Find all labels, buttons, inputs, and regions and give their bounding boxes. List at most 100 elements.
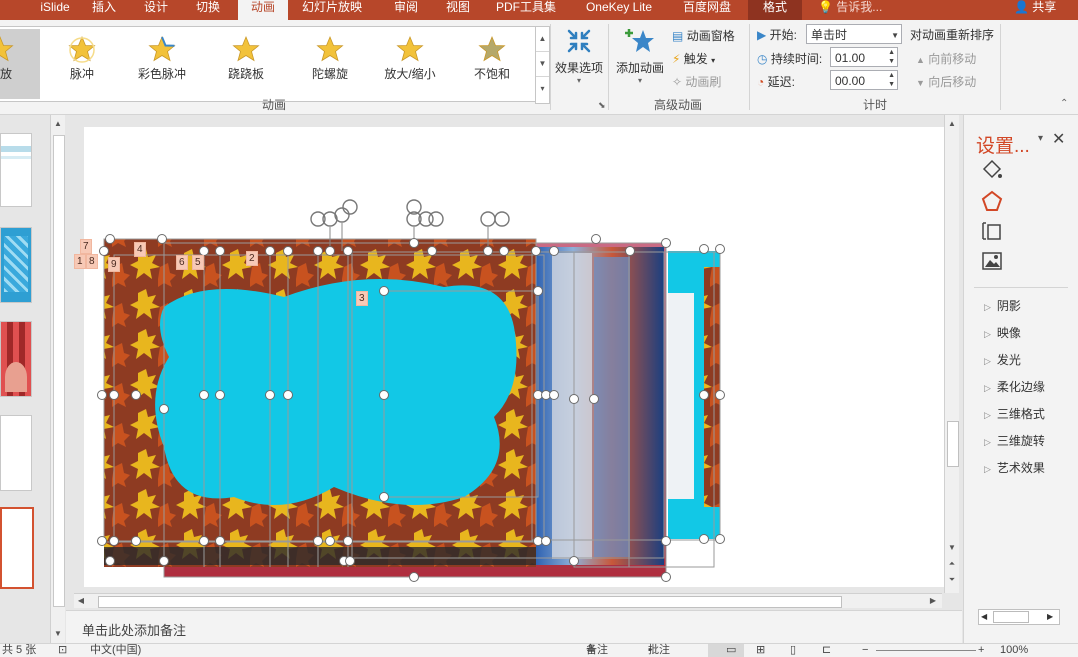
scroll-thumb[interactable]	[947, 421, 959, 467]
slide-thumbnail[interactable]	[0, 227, 32, 303]
pane-horizontal-scrollbar[interactable]: ◀ ▶	[978, 609, 1060, 625]
size-properties-icon[interactable]	[980, 219, 1004, 243]
tab-切换[interactable]: 切换	[186, 0, 230, 20]
tab-islide[interactable]: iSlide	[30, 0, 80, 20]
effect-options-button[interactable]: 效果选项 ▾	[554, 26, 604, 85]
animation-order-tag[interactable]: 8	[86, 254, 98, 269]
animation-effect-label: 缩放	[0, 67, 12, 81]
spinner-icon[interactable]: ▲ ▼	[888, 71, 895, 89]
scroll-left-icon[interactable]: ◀	[981, 610, 987, 624]
tell-me-search[interactable]: 💡 告诉我...	[818, 0, 882, 20]
add-animation-button[interactable]: 添加动画 ▾	[612, 26, 668, 85]
zoom-out-icon[interactable]: −	[862, 644, 868, 657]
scroll-thumb[interactable]	[98, 596, 842, 608]
animation-pane-button[interactable]: ▤ 动画窗格	[672, 27, 735, 44]
scroll-thumb[interactable]	[53, 135, 65, 607]
tab-pdf工具集[interactable]: PDF工具集	[488, 0, 564, 20]
animation-order-tag[interactable]: 4	[134, 242, 146, 257]
gallery-up-icon[interactable]: ▲	[536, 27, 549, 52]
start-select[interactable]: 单击时 ▼	[806, 24, 902, 44]
slide-horizontal-scrollbar[interactable]: ◀ ▶	[74, 593, 942, 608]
delay-input[interactable]: 00.00 ▲ ▼	[830, 70, 898, 90]
zoom-slider[interactable]	[876, 650, 976, 651]
animation-effect-item[interactable]: 缩放	[0, 29, 40, 99]
slide-canvas[interactable]: 7 4 1 8 9 6 5 2 3	[74, 127, 946, 587]
animation-order-tag[interactable]: 9	[108, 257, 120, 272]
effect-glow[interactable]: ▷ 发光	[984, 351, 1021, 368]
notes-placeholder[interactable]: 单击此处添加备注	[82, 620, 186, 639]
scroll-right-icon[interactable]: ▶	[1047, 610, 1053, 624]
tab-插入[interactable]: 插入	[82, 0, 126, 20]
effect-3d-format[interactable]: ▷ 三维格式	[984, 405, 1045, 422]
thumbnail-scrollbar[interactable]: ▲ ▼	[50, 115, 65, 643]
gallery-down-icon[interactable]: ▼	[536, 52, 549, 77]
slide-thumbnail[interactable]	[0, 415, 32, 491]
reading-view-icon[interactable]: ▯	[790, 644, 796, 657]
share-button[interactable]: 👤 共享	[1014, 0, 1056, 20]
animation-order-tag[interactable]: 7	[80, 239, 92, 254]
effect-3d-rotation[interactable]: ▷ 三维旋转	[984, 432, 1045, 449]
duration-input[interactable]: 01.00 ▲ ▼	[830, 47, 898, 67]
animation-effect-item[interactable]: 不饱和	[452, 29, 532, 99]
animation-order-tag[interactable]: 5	[192, 255, 204, 270]
scroll-right-icon[interactable]: ▶	[926, 594, 940, 608]
animation-order-tag[interactable]: 3	[356, 291, 368, 306]
scroll-down-icon[interactable]: ▼	[51, 627, 65, 641]
effects-pentagon-icon[interactable]	[980, 189, 1004, 213]
tab-设计[interactable]: 设计	[134, 0, 178, 20]
dialog-launcher-icon[interactable]: ⬊	[598, 100, 606, 111]
animation-effect-item[interactable]: 陀螺旋	[290, 29, 370, 99]
gallery-scroll[interactable]: ▲ ▼ ▾	[535, 26, 550, 104]
effect-shadow[interactable]: ▷ 阴影	[984, 297, 1021, 314]
animation-order-tag[interactable]: 1	[74, 254, 86, 269]
normal-view-button[interactable]: ▭	[708, 644, 744, 657]
trigger-button[interactable]: ⚡ 触发 ▾	[672, 50, 715, 67]
close-icon[interactable]: ✕	[1052, 129, 1065, 149]
animation-effect-item[interactable]: 脉冲	[42, 29, 122, 99]
tab-视图[interactable]: 视图	[436, 0, 480, 20]
scroll-thumb[interactable]	[993, 611, 1029, 623]
scroll-up-icon[interactable]: ▲	[945, 117, 959, 131]
zoom-in-icon[interactable]: +	[978, 644, 984, 657]
notes-pane[interactable]: 单击此处添加备注	[66, 610, 962, 644]
language-indicator[interactable]: 中文(中国)	[90, 644, 141, 657]
animation-order-tag[interactable]: 6	[176, 255, 188, 270]
animation-order-tag[interactable]: 2	[246, 251, 258, 266]
animation-effect-label: 放大/缩小	[384, 67, 436, 81]
previous-slide-icon[interactable]: ⏶	[945, 557, 959, 571]
trigger-label: 触发	[683, 52, 708, 66]
picture-icon[interactable]	[980, 249, 1004, 273]
slide-thumbnail[interactable]	[0, 321, 32, 397]
slide-thumbnail-active[interactable]	[0, 507, 34, 589]
scroll-down-icon[interactable]: ▼	[945, 541, 959, 555]
move-later-button[interactable]: ▼ 向后移动	[916, 73, 976, 90]
collapse-ribbon-icon[interactable]: ⌃	[1060, 98, 1068, 109]
fill-line-icon[interactable]	[980, 159, 1004, 181]
tab-百度网盘[interactable]: 百度网盘	[672, 0, 742, 20]
effect-soft-edges[interactable]: ▷ 柔化边缘	[984, 378, 1045, 395]
effect-3d-format-label: 三维格式	[996, 407, 1045, 421]
tab-onekey-lite[interactable]: OneKey Lite	[574, 0, 664, 20]
animation-painter-button[interactable]: ✧ 动画刷	[672, 73, 721, 90]
move-earlier-button[interactable]: ▲ 向前移动	[916, 50, 976, 67]
tab-审阅[interactable]: 审阅	[384, 0, 428, 20]
tab-格式[interactable]: 格式	[748, 0, 802, 20]
spellcheck-icon[interactable]: ⊡	[58, 644, 67, 657]
animation-effect-item[interactable]: 跷跷板	[206, 29, 286, 99]
tab-动画[interactable]: 动画	[238, 0, 288, 20]
slide-vertical-scrollbar[interactable]: ▲ ▼ ⏶ ⏷	[944, 115, 959, 593]
spinner-icon[interactable]: ▲ ▼	[888, 48, 895, 66]
effect-reflection[interactable]: ▷ 映像	[984, 324, 1021, 341]
pane-options-icon[interactable]: ▾	[1038, 133, 1043, 144]
zoom-level[interactable]: 100%	[1000, 644, 1028, 657]
slideshow-icon[interactable]: ⊏	[822, 644, 831, 657]
next-slide-icon[interactable]: ⏷	[945, 573, 959, 587]
scroll-left-icon[interactable]: ◀	[74, 594, 88, 608]
tab-幻灯片放映[interactable]: 幻灯片放映	[292, 0, 372, 20]
animation-effect-item[interactable]: 彩色脉冲	[122, 29, 202, 99]
animation-effect-item[interactable]: 放大/缩小	[370, 29, 450, 99]
slide-thumbnail[interactable]	[0, 133, 32, 207]
slide-sorter-icon[interactable]: ⊞	[756, 644, 765, 657]
scroll-up-icon[interactable]: ▲	[51, 117, 65, 131]
effect-artistic[interactable]: ▷ 艺术效果	[984, 459, 1045, 476]
